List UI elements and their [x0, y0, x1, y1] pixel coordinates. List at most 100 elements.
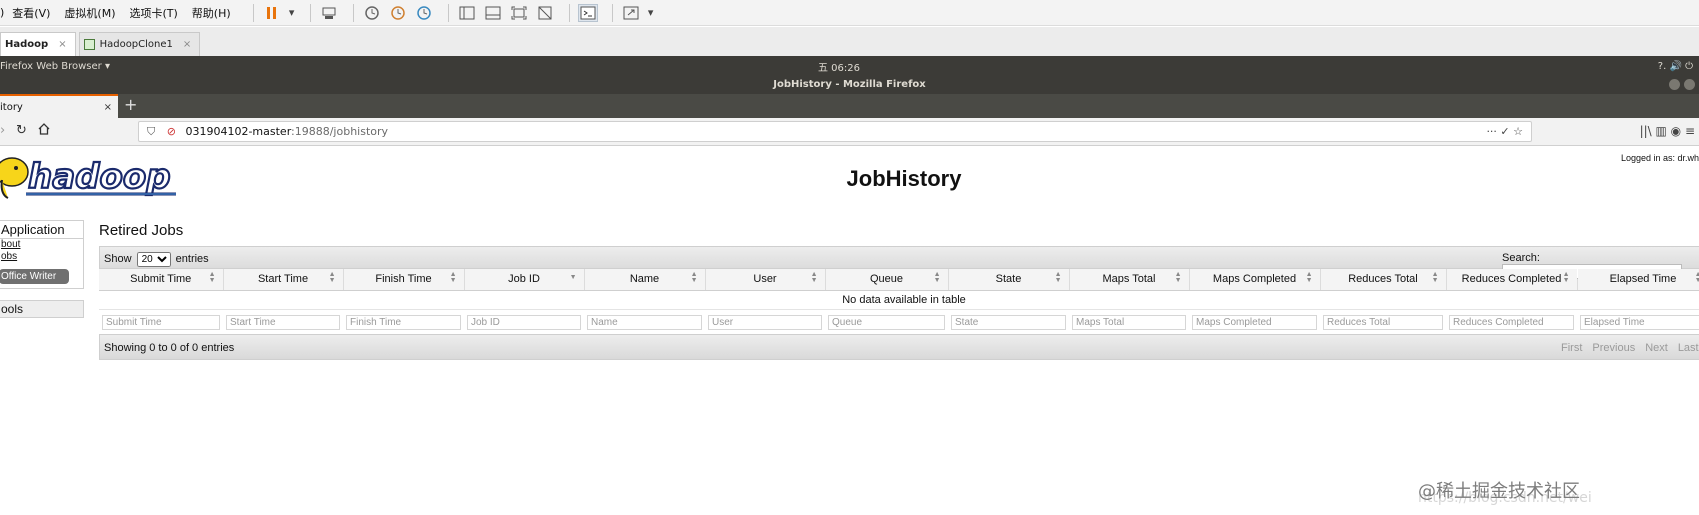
pager-last[interactable]: Last [1678, 342, 1699, 354]
dropdown-arrow-icon[interactable]: ▾ [288, 4, 296, 22]
toolbar-separator [611, 3, 613, 22]
column-header-user[interactable]: User ▲ ▼ [705, 269, 826, 291]
sort-icon: ▲ ▼ [690, 271, 698, 284]
column-header-reduces-total[interactable]: Reduces Total ▲ ▼ [1320, 269, 1447, 291]
filter-cell [825, 308, 948, 332]
home-icon[interactable] [38, 123, 50, 139]
dropdown-arrow-icon[interactable]: ▾ [647, 4, 655, 22]
thumbnail-view-icon[interactable] [483, 4, 503, 22]
sort-icon: ▲ ▼ [1431, 271, 1439, 284]
filter-reduces-total[interactable] [1323, 314, 1443, 330]
filter-name[interactable] [587, 314, 702, 330]
section-title: Retired Jobs [99, 222, 184, 239]
sidebar-tools-header[interactable]: ools [0, 300, 84, 318]
column-header-job-id[interactable]: Job ID ▼ [464, 269, 585, 291]
page-action-icons[interactable]: ··· ✓ ☆ [1486, 122, 1523, 141]
column-header-label: Submit Time [130, 273, 192, 286]
unity-icon[interactable] [535, 4, 555, 22]
vm-tab-hadoopclone1[interactable]: HadoopClone1 × [78, 32, 201, 56]
column-header-start-time[interactable]: Start Time ▲ ▼ [223, 269, 344, 291]
window-controls [1669, 79, 1695, 90]
column-header-state[interactable]: State ▲ ▼ [948, 269, 1070, 291]
new-tab-button[interactable]: + [124, 94, 137, 116]
console-icon[interactable] [577, 3, 598, 22]
url-bar[interactable]: ⛉ ⊘ 031904102-master:19888/jobhistory ··… [138, 121, 1532, 142]
snapshot-manager-icon[interactable] [414, 4, 434, 22]
column-header-label: Elapsed Time [1609, 273, 1677, 286]
app-menu[interactable]: Firefox Web Browser ▾ [0, 61, 110, 72]
stretch-icon[interactable] [621, 4, 641, 22]
url-path: :19888/jobhistory [291, 125, 389, 138]
window-title: JobHistory - Mozilla Firefox [773, 79, 926, 90]
insecure-lock-icon[interactable]: ⊘ [167, 125, 176, 138]
filter-finish-time[interactable] [346, 314, 461, 330]
forward-icon[interactable]: › [0, 123, 5, 138]
close-icon[interactable]: × [183, 39, 191, 50]
column-header-reduces-completed[interactable]: Reduces Completed ▲ ▼ [1446, 269, 1578, 291]
pause-icon[interactable] [262, 4, 282, 22]
sidebar-link-jobs[interactable]: obs [0, 251, 83, 263]
system-tray-icons[interactable]: ?. 🔊 ⏻ [1658, 61, 1693, 72]
column-header-label: Job ID [508, 273, 540, 286]
minimize-icon[interactable] [1669, 79, 1680, 90]
column-header-label: Reduces Total [1348, 273, 1418, 286]
sidebar-view-icon[interactable] [457, 4, 477, 22]
sidebar-link-about[interactable]: bout [0, 239, 83, 251]
filter-user[interactable] [708, 314, 822, 330]
pager-first[interactable]: First [1561, 342, 1582, 354]
column-header-maps-total[interactable]: Maps Total ▲ ▼ [1069, 269, 1190, 291]
revert-snapshot-icon[interactable] [388, 4, 408, 22]
entries-select[interactable]: 20 [136, 252, 171, 267]
filter-state[interactable] [951, 314, 1066, 330]
reload-icon[interactable]: ↻ [16, 123, 27, 138]
filter-cell [343, 308, 464, 332]
filter-job-id[interactable] [467, 314, 581, 330]
menu-tabs[interactable]: 选项卡(T) [129, 5, 177, 21]
column-header-maps-completed[interactable]: Maps Completed ▲ ▼ [1189, 269, 1321, 291]
column-header-name[interactable]: Name ▲ ▼ [584, 269, 706, 291]
pager-next[interactable]: Next [1645, 342, 1668, 354]
pager-previous[interactable]: Previous [1592, 342, 1635, 354]
watermark: @稀土掘金技术社区 [1418, 481, 1580, 502]
sort-icon: ▲ ▼ [933, 271, 941, 284]
column-header-submit-time[interactable]: Submit Time ▲ ▼ [99, 269, 224, 291]
maximize-icon[interactable] [1684, 79, 1695, 90]
filter-maps-total[interactable] [1072, 314, 1186, 330]
filter-maps-completed[interactable] [1192, 314, 1317, 330]
column-header-queue[interactable]: Queue ▲ ▼ [825, 269, 949, 291]
vm-tab-hadoop[interactable]: Hadoop × [0, 32, 76, 56]
tab-jobhistory[interactable]: itory × [0, 94, 118, 118]
menu-help[interactable]: 帮助(H) [192, 5, 231, 21]
filter-cell [464, 308, 584, 332]
fullscreen-icon[interactable] [509, 4, 529, 22]
toolbar-separator [447, 3, 449, 22]
clock[interactable]: 五 06:26 [818, 59, 860, 74]
close-icon[interactable]: × [104, 96, 112, 120]
close-icon[interactable]: × [58, 39, 66, 50]
filter-elapsed-time[interactable] [1580, 314, 1699, 330]
filter-cell [705, 308, 825, 332]
sidebar-application-header[interactable]: Application [0, 221, 83, 239]
sort-icon: ▲ ▼ [449, 271, 457, 284]
menu-vm[interactable]: 虚拟机(M) [64, 5, 115, 21]
firefox-nav-bar: › ↻ ⛉ ⊘ 031904102-master:19888/jobhistor… [0, 118, 1699, 146]
empty-row: No data available in table [99, 290, 1699, 309]
jobs-table: Submit Time ▲ ▼ Start Time ▲ ▼ Finish Time ▲ ▼… [99, 269, 1699, 332]
send-keys-icon[interactable] [319, 4, 339, 22]
snapshot-icon[interactable] [362, 4, 382, 22]
toolbar-right-icons[interactable]: ||\ ▥ ◉ ≡ [1640, 124, 1695, 138]
filter-reduces-completed[interactable] [1449, 314, 1574, 330]
vm-tab-label: Hadoop [5, 39, 49, 50]
shield-icon[interactable]: ⛉ [147, 125, 155, 138]
column-header-label: User [753, 273, 777, 286]
menu-view[interactable]: 查看(V) [12, 5, 50, 21]
filter-submit-time[interactable] [102, 314, 220, 330]
column-header-finish-time[interactable]: Finish Time ▲ ▼ [343, 269, 465, 291]
header-row: Submit Time ▲ ▼ Start Time ▲ ▼ Finish Time ▲ ▼… [99, 269, 1699, 291]
sidebar-application: Application bout obs Office Writer [0, 220, 84, 289]
filter-start-time[interactable] [226, 314, 340, 330]
filter-queue[interactable] [828, 314, 945, 330]
tab-label: itory [0, 102, 23, 113]
sort-icon: ▲ ▼ [1694, 271, 1699, 284]
column-header-elapsed-time[interactable]: Elapsed Time ▲ ▼ [1577, 269, 1699, 291]
